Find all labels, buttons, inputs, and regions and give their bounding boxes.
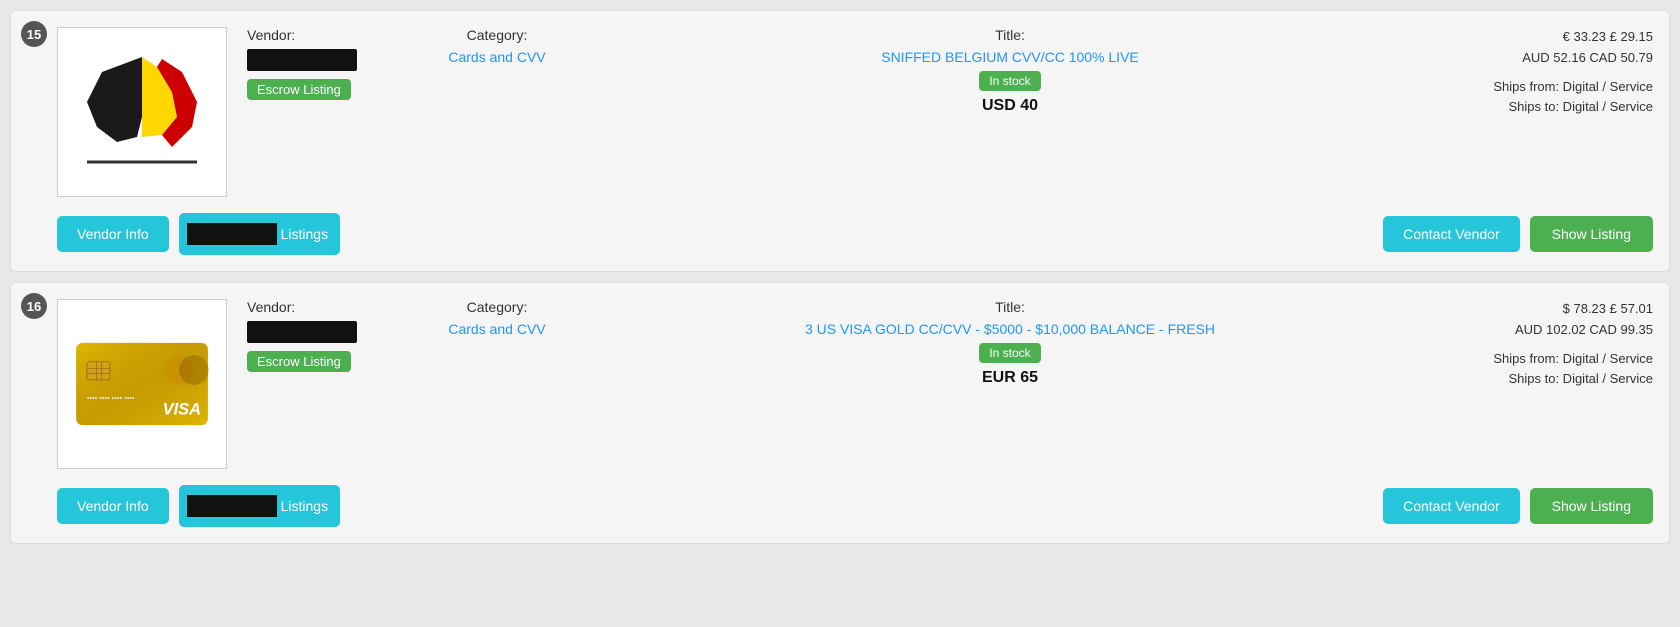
- price-column-15: € 33.23 £ 29.15 AUD 52.16 CAD 50.79 Ship…: [1453, 27, 1653, 118]
- vendor-listings-button-15[interactable]: Listings: [179, 213, 340, 255]
- price-conversions-16: $ 78.23 £ 57.01 AUD 102.02 CAD 99.35: [1453, 299, 1653, 341]
- contact-vendor-button-16[interactable]: Contact Vendor: [1383, 488, 1520, 524]
- price-conversions-15: € 33.23 £ 29.15 AUD 52.16 CAD 50.79: [1453, 27, 1653, 69]
- category-label-15: Category:: [427, 27, 567, 43]
- vendor-column-15: Vendor: Escrow Listing: [247, 27, 407, 118]
- listing-footer-16: Vendor Info Listings Contact Vendor Show…: [57, 485, 1653, 527]
- title-column-15: Title: SNIFFED BELGIUM CVV/CC 100% LIVE …: [587, 27, 1433, 118]
- in-stock-badge-16: In stock: [979, 343, 1040, 363]
- price-main-15: USD 40: [587, 97, 1433, 115]
- vendor-label-16: Vendor:: [247, 299, 407, 315]
- vendor-listings-button-16[interactable]: Listings: [179, 485, 340, 527]
- title-label-16: Title:: [587, 299, 1433, 315]
- category-label-16: Category:: [427, 299, 567, 315]
- title-label-15: Title:: [587, 27, 1433, 43]
- category-column-16: Category: Cards and CVV: [427, 299, 567, 390]
- listing-footer-15: Vendor Info Listings Contact Vendor Show…: [57, 213, 1653, 255]
- vendor-name-redacted-15: [247, 49, 357, 71]
- belgium-flag-icon: [72, 42, 212, 182]
- price-column-16: $ 78.23 £ 57.01 AUD 102.02 CAD 99.35 Shi…: [1453, 299, 1653, 390]
- vendor-info-button-15[interactable]: Vendor Info: [57, 216, 169, 252]
- vendor-info-button-16[interactable]: Vendor Info: [57, 488, 169, 524]
- vendor-listings-name-redacted-16: [187, 495, 277, 517]
- svg-text:VISA: VISA: [163, 400, 201, 418]
- escrow-badge-16: Escrow Listing: [247, 351, 351, 372]
- contact-vendor-button-15[interactable]: Contact Vendor: [1383, 216, 1520, 252]
- vendor-listings-name-redacted-15: [187, 223, 277, 245]
- ships-info-15: Ships from: Digital / Service Ships to: …: [1453, 77, 1653, 119]
- title-link-15[interactable]: SNIFFED BELGIUM CVV/CC 100% LIVE: [881, 49, 1139, 65]
- vendor-listings-label-16: Listings: [281, 498, 340, 514]
- listing-image-15: [57, 27, 227, 197]
- show-listing-button-15[interactable]: Show Listing: [1530, 216, 1653, 252]
- listing-number-15: 15: [21, 21, 47, 47]
- vendor-listings-label-15: Listings: [281, 226, 340, 242]
- title-link-16[interactable]: 3 US VISA GOLD CC/CVV - $5000 - $10,000 …: [805, 321, 1215, 337]
- category-column-15: Category: Cards and CVV: [427, 27, 567, 118]
- category-link-15[interactable]: Cards and CVV: [448, 49, 545, 65]
- listing-card-15: 15 Vendor:: [10, 10, 1670, 272]
- svg-text:•••• •••• •••• ••••: •••• •••• •••• ••••: [87, 393, 135, 402]
- visa-card-icon: •••• •••• •••• •••• VISA: [72, 314, 212, 454]
- vendor-label-15: Vendor:: [247, 27, 407, 43]
- title-column-16: Title: 3 US VISA GOLD CC/CVV - $5000 - $…: [587, 299, 1433, 390]
- ships-info-16: Ships from: Digital / Service Ships to: …: [1453, 349, 1653, 391]
- category-link-16[interactable]: Cards and CVV: [448, 321, 545, 337]
- escrow-badge-15: Escrow Listing: [247, 79, 351, 100]
- in-stock-badge-15: In stock: [979, 71, 1040, 91]
- listing-card-16: 16: [10, 282, 1670, 544]
- price-main-16: EUR 65: [587, 369, 1433, 387]
- vendor-column-16: Vendor: Escrow Listing: [247, 299, 407, 390]
- listing-image-16: •••• •••• •••• •••• VISA: [57, 299, 227, 469]
- vendor-name-redacted-16: [247, 321, 357, 343]
- listing-number-16: 16: [21, 293, 47, 319]
- show-listing-button-16[interactable]: Show Listing: [1530, 488, 1653, 524]
